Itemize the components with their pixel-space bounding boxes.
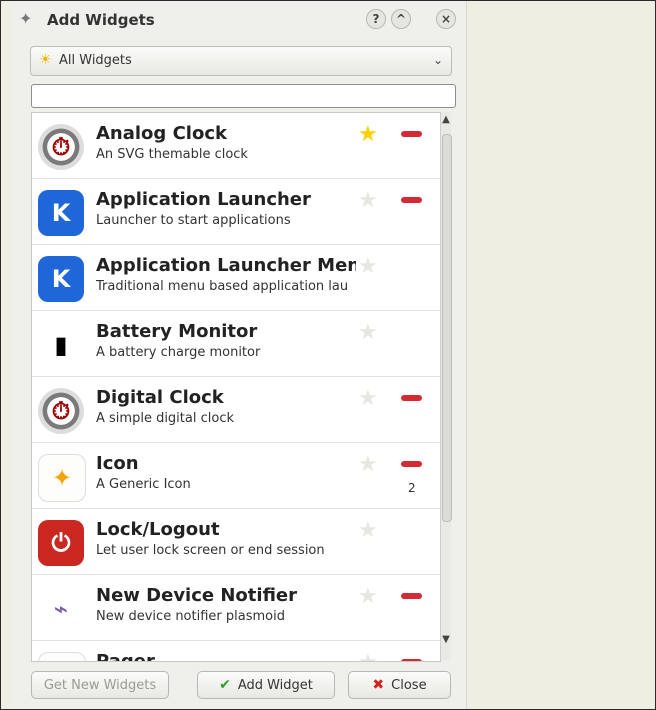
- close-panel-button[interactable]: ×: [436, 9, 456, 29]
- list-item[interactable]: ✦ Icon A Generic Icon ★ 2: [32, 443, 440, 509]
- list-item[interactable]: ⏻ Lock/Logout Let user lock screen or en…: [32, 509, 440, 575]
- window-frame: ✦ Add Widgets ? ^ × ☀ All Widgets ⌄ ⏱ An…: [0, 0, 656, 710]
- close-button[interactable]: ✖ Close: [348, 671, 451, 699]
- widget-list[interactable]: ⏱ Analog Clock An SVG themable clock ★ K…: [31, 112, 441, 662]
- favorite-star-icon[interactable]: ★: [358, 322, 378, 344]
- widget-description: Traditional menu based application launc…: [96, 279, 348, 294]
- close-label: Close: [391, 677, 427, 693]
- favorite-star-icon[interactable]: ★: [358, 124, 378, 146]
- widget-description: Let user lock screen or end session: [96, 543, 325, 558]
- scroll-up-icon[interactable]: ▲: [441, 112, 451, 128]
- chevron-down-icon: ⌄: [432, 53, 443, 67]
- favorite-star-icon[interactable]: ★: [358, 388, 378, 410]
- scroll-thumb[interactable]: [442, 134, 452, 522]
- get-new-widgets-label: Get New Widgets: [43, 677, 157, 693]
- instance-count: 2: [408, 481, 416, 495]
- list-item[interactable]: K Application Launcher Launcher to start…: [32, 179, 440, 245]
- collapse-button[interactable]: ^: [391, 9, 411, 29]
- bottom-button-bar: Get New Widgets ✔ Add Widget ✖ Close: [11, 669, 466, 709]
- add-widget-label: Add Widget: [237, 677, 313, 693]
- favorite-star-icon[interactable]: ★: [358, 454, 378, 476]
- widget-description: New device notifier plasmoid: [96, 609, 285, 624]
- scroll-down-icon[interactable]: ▼: [441, 632, 451, 648]
- favorite-star-icon[interactable]: ★: [358, 520, 378, 542]
- widget-name: Pager: [96, 651, 155, 662]
- favorite-star-icon[interactable]: ★: [358, 256, 378, 278]
- remove-widget-button[interactable]: [401, 395, 422, 401]
- widget-description: A simple digital clock: [96, 411, 234, 426]
- panel-title: Add Widgets: [47, 11, 155, 29]
- widget-name: New Device Notifier: [96, 585, 297, 606]
- list-item[interactable]: ▣ Pager ★: [32, 641, 440, 662]
- desktop-background: [467, 1, 655, 709]
- pager-icon: ▣: [38, 652, 86, 661]
- list-item[interactable]: ⌁ New Device Notifier New device notifie…: [32, 575, 440, 641]
- widget-name: Digital Clock: [96, 387, 224, 408]
- checkmark-icon: ✔: [219, 677, 231, 693]
- widget-name: Analog Clock: [96, 123, 227, 144]
- list-item[interactable]: ⏱ Digital Clock A simple digital clock ★: [32, 377, 440, 443]
- remove-widget-button[interactable]: [401, 131, 422, 137]
- widget-description: An SVG themable clock: [96, 147, 248, 162]
- favorite-star-icon[interactable]: ★: [358, 190, 378, 212]
- widget-list-scrollbar[interactable]: ▲ ▼: [440, 112, 452, 660]
- add-widget-button[interactable]: ✔ Add Widget: [197, 671, 335, 699]
- remove-widget-button[interactable]: [401, 461, 422, 467]
- battery-icon: ▮: [38, 322, 84, 368]
- usb-icon: ⌁: [38, 586, 84, 632]
- widget-description: Launcher to start applications: [96, 213, 291, 228]
- list-item[interactable]: K Application Launcher Menu Traditional …: [32, 245, 440, 311]
- wand-icon: ✦: [19, 9, 33, 28]
- title-bar: ✦ Add Widgets ? ^ ×: [11, 1, 466, 39]
- kde-launcher-icon: K: [38, 190, 84, 236]
- widget-name: Application Launcher: [96, 189, 311, 210]
- list-item[interactable]: ▮ Battery Monitor A battery charge monit…: [32, 311, 440, 377]
- widget-name: Application Launcher Menu: [96, 255, 356, 276]
- remove-widget-button[interactable]: [401, 197, 422, 203]
- search-input[interactable]: [31, 84, 456, 108]
- widget-filter-label: All Widgets: [59, 53, 132, 68]
- remove-widget-button[interactable]: [401, 659, 422, 661]
- widget-filter-dropdown[interactable]: ☀ All Widgets ⌄: [30, 46, 452, 76]
- help-button[interactable]: ?: [366, 9, 386, 29]
- widget-description: A Generic Icon: [96, 477, 191, 492]
- widget-description: A battery charge monitor: [96, 345, 261, 360]
- widget-name: Icon: [96, 453, 139, 474]
- digital-clock-icon: ⏱: [38, 388, 84, 434]
- widget-name: Lock/Logout: [96, 519, 220, 540]
- favorite-star-icon[interactable]: ★: [358, 652, 378, 662]
- list-item[interactable]: ⏱ Analog Clock An SVG themable clock ★: [32, 113, 440, 179]
- kde-launcher-icon: K: [38, 256, 84, 302]
- power-icon: ⏻: [38, 520, 84, 566]
- sun-icon: ☀: [39, 52, 52, 68]
- favorite-star-icon[interactable]: ★: [358, 586, 378, 608]
- close-circle-icon: ✖: [372, 677, 385, 693]
- get-new-widgets-button[interactable]: Get New Widgets: [31, 671, 169, 699]
- remove-widget-button[interactable]: [401, 593, 422, 599]
- add-widgets-panel: ✦ Add Widgets ? ^ × ☀ All Widgets ⌄ ⏱ An…: [11, 1, 467, 709]
- widget-name: Battery Monitor: [96, 321, 258, 342]
- generic-icon: ✦: [38, 454, 86, 502]
- analog-clock-icon: ⏱: [38, 124, 84, 170]
